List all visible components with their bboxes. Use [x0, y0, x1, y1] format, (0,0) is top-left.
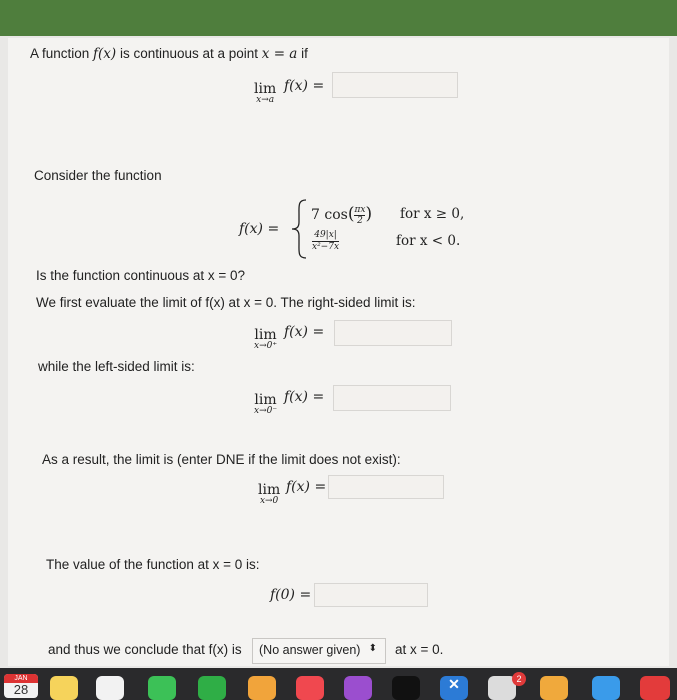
conclusion-text-post: at x = 0.: [395, 642, 444, 657]
intro-text-mid: is continuous at a point: [116, 46, 262, 61]
case2-denominator: x²−7x: [312, 242, 340, 252]
notes-icon[interactable]: [50, 676, 78, 700]
lim-subscript: x→0⁺: [254, 341, 278, 351]
notification-badge: 2: [512, 672, 526, 686]
limit-def-label: lim x→a: [254, 78, 276, 105]
continuity-select[interactable]: (No answer given) ⬍: [252, 638, 386, 664]
top-banner: [0, 0, 677, 36]
f0-answer-input[interactable]: [314, 583, 428, 607]
left-limit-intro: while the left-sided limit is:: [38, 359, 195, 374]
intro-line: A function f(x) is continuous at a point…: [30, 46, 308, 62]
app-icon[interactable]: [640, 676, 670, 700]
intro-fx: f(x): [93, 46, 117, 62]
left-limit-expr: f(x) =: [284, 389, 325, 405]
right-limit-expr: f(x) =: [284, 324, 325, 340]
case2-numerator: 49|x|: [312, 230, 340, 242]
reminders-icon[interactable]: [96, 676, 124, 700]
f0-expr: f(0) =: [270, 587, 312, 603]
finder-icon[interactable]: [592, 676, 620, 700]
consider-label: Consider the function: [34, 168, 162, 183]
problem-sheet: A function f(x) is continuous at a point…: [8, 38, 669, 666]
left-limit-answer-input[interactable]: [333, 385, 451, 411]
case1-cos: 7 cos: [311, 207, 348, 223]
x-icon[interactable]: ✕: [440, 676, 468, 700]
appletv-icon[interactable]: [392, 676, 420, 700]
case2-fraction: 49|x| x²−7x: [312, 230, 340, 253]
messages-icon[interactable]: [148, 676, 176, 700]
first-evaluate-text: We first evaluate the limit of f(x) at x…: [36, 295, 416, 310]
intro-text-post: if: [297, 46, 308, 61]
function-value-text: The value of the function at x = 0 is:: [46, 557, 260, 572]
brace-icon: [291, 199, 307, 259]
calendar-day: 28: [13, 682, 29, 697]
case1-expr: 7 cos(πx 2): [311, 204, 373, 226]
conclusion-text: and thus we conclude that f(x) is: [48, 642, 242, 657]
right-limit-answer-input[interactable]: [334, 320, 452, 346]
piecewise-lhs: f(x) =: [239, 221, 280, 237]
intro-text: A function: [30, 46, 94, 61]
lim-subscript: x→0⁻: [254, 406, 278, 416]
left-limit-label: lim x→0⁻: [254, 389, 277, 416]
limit-def-answer-input[interactable]: [332, 72, 458, 98]
select-value: (No answer given): [259, 643, 361, 657]
calendar-icon[interactable]: JAN 28: [4, 674, 38, 698]
result-text: As a result, the limit is (enter DNE if …: [42, 452, 401, 467]
podcasts-icon[interactable]: [344, 676, 372, 700]
limit-def-expr: f(x) =: [284, 78, 325, 94]
full-limit-label: lim x→0: [258, 479, 280, 506]
select-arrows-icon: ⬍: [368, 643, 377, 654]
intro-condition: x = a: [261, 46, 298, 62]
pages-icon[interactable]: [248, 676, 276, 700]
case1-numerator: πx: [354, 204, 366, 216]
lim-subscript: x→0: [259, 496, 279, 506]
continuity-question: Is the function continuous at x = 0?: [36, 268, 246, 283]
full-limit-expr: f(x) =: [286, 479, 327, 495]
photos-icon[interactable]: [540, 676, 568, 700]
lim-subscript: x→a: [256, 95, 275, 105]
right-limit-label: lim x→0⁺: [254, 324, 277, 351]
dock: JAN 28 ✕ 2: [0, 668, 677, 700]
case2-condition: for x < 0.: [396, 233, 461, 249]
case1-denominator: 2: [357, 215, 363, 226]
full-limit-answer-input[interactable]: [328, 475, 444, 499]
music-icon[interactable]: [296, 676, 324, 700]
facetime-icon[interactable]: [198, 676, 226, 700]
case1-condition: for x ≥ 0,: [400, 206, 465, 222]
